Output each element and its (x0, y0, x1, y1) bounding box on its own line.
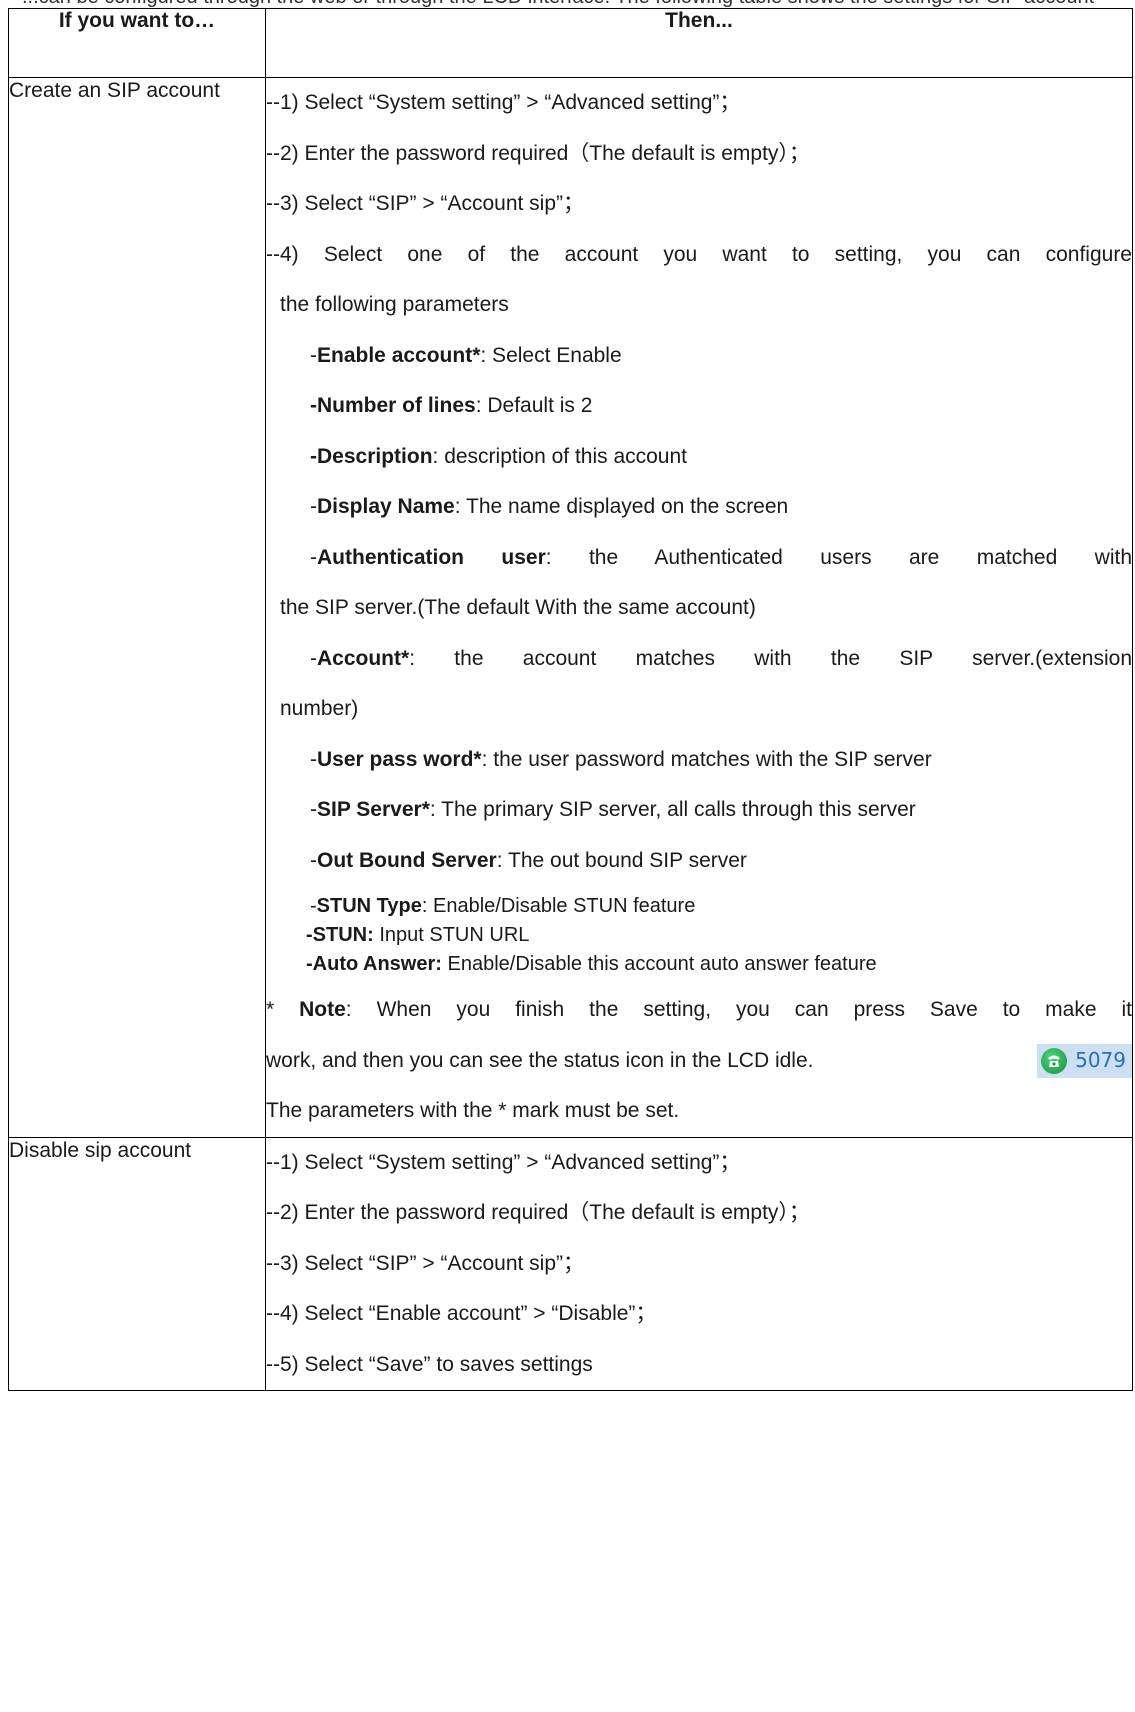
param-line: -Auto Answer: Enable/Disable this accoun… (306, 953, 877, 975)
table-row: Create an SIP account --1) Select “Syste… (8, 77, 1133, 1138)
param-name: Authentication user (317, 545, 546, 569)
param-desc: : the user password matches with the SIP… (481, 747, 932, 771)
param-desc: : Default is 2 (475, 394, 593, 417)
param-desc: : description of this account (432, 444, 688, 468)
param-name: Display Name (317, 495, 455, 518)
param-desc: : The primary SIP server, all calls thro… (429, 798, 916, 821)
param-desc: Enable/Disable this account auto answer … (441, 953, 877, 975)
param-line: -Account*: the account matches with the … (310, 646, 1132, 670)
step-line: --3) Select “SIP” > “Account sip”； (266, 1251, 585, 1275)
param-line: -Number of lines: Default is 2 (310, 394, 593, 417)
param-line: -Authentication user: the Authenticated … (310, 545, 1132, 569)
note-line: * Note: When you finish the setting, you… (266, 998, 1132, 1021)
step-line: --4) Select “Enable account” > “Disable”… (266, 1302, 657, 1325)
param-name: Description (317, 444, 433, 468)
param-name: Out Bound Server (317, 848, 497, 872)
param-name: STUN: (312, 924, 374, 946)
param-name: Account* (317, 646, 410, 670)
header-if-you-want: If you want to… (8, 8, 266, 78)
param-line: -Enable account*: Select Enable (310, 343, 622, 367)
steps-create-sip: --1) Select “System setting” > “Advanced… (265, 77, 1133, 1138)
param-desc: : The name displayed on the screen (454, 495, 789, 518)
step-line: --4) Select one of the account you want … (266, 242, 1132, 266)
param-line: -Display Name: The name displayed on the… (310, 495, 789, 518)
step-line: --2) Enter the password required（The def… (266, 141, 810, 165)
settings-table: If you want to… Then... Create an SIP ac… (8, 8, 1133, 1391)
param-desc: : the Authenticated users are matched wi… (545, 545, 1132, 569)
step-line: --2) Enter the password required（The def… (266, 1201, 810, 1224)
phone-icon (1041, 1047, 1068, 1074)
status-indicator: 5079 (1037, 1043, 1132, 1078)
param-line: -STUN: Input STUN URL (306, 924, 530, 946)
param-name: STUN Type (316, 895, 422, 917)
param-name: Auto Answer: (312, 953, 442, 975)
param-desc: : Select Enable (480, 343, 622, 367)
note-line: work, and then you can see the status ic… (266, 1036, 1132, 1087)
param-line: -Description: description of this accoun… (310, 444, 688, 468)
param-line: -User pass word*: the user password matc… (310, 747, 932, 771)
steps-disable-sip: --1) Select “System setting” > “Advanced… (265, 1136, 1133, 1391)
step-line: --1) Select “System setting” > “Advanced… (266, 1150, 741, 1174)
step-line: the following parameters (280, 293, 509, 316)
step-line: --1) Select “System setting” > “Advanced… (266, 91, 741, 114)
step-line: --5) Select “Save” to saves settings (266, 1352, 593, 1376)
note-label: Note (299, 998, 346, 1021)
param-line: -STUN Type: Enable/Disable STUN feature (310, 895, 696, 917)
action-create-sip: Create an SIP account (8, 77, 266, 1138)
param-line-cont: number) (280, 697, 359, 720)
param-line-cont: the SIP server.(The default With the sam… (280, 596, 756, 619)
table-header-row: If you want to… Then... (8, 8, 1133, 78)
action-disable-sip: Disable sip account (8, 1136, 266, 1391)
param-name: Enable account* (317, 343, 481, 367)
header-then: Then... (265, 8, 1133, 78)
table-row: Disable sip account --1) Select “System … (8, 1136, 1133, 1391)
param-desc: : The out bound SIP server (496, 848, 747, 872)
param-desc: : the account matches with the SIP serve… (409, 646, 1132, 670)
param-name: User pass word* (317, 747, 482, 771)
param-name: SIP Server* (317, 798, 430, 821)
step-line: --3) Select “SIP” > “Account sip”； (266, 192, 585, 215)
param-desc: : Enable/Disable STUN feature (421, 895, 696, 917)
status-number: 5079 (1075, 1048, 1126, 1073)
param-desc: Input STUN URL (373, 924, 530, 946)
param-name: Number of lines (317, 394, 476, 417)
param-line: -Out Bound Server: The out bound SIP ser… (310, 848, 747, 872)
note-line: The parameters with the * mark must be s… (266, 1099, 680, 1122)
param-line: -SIP Server*: The primary SIP server, al… (310, 798, 916, 821)
